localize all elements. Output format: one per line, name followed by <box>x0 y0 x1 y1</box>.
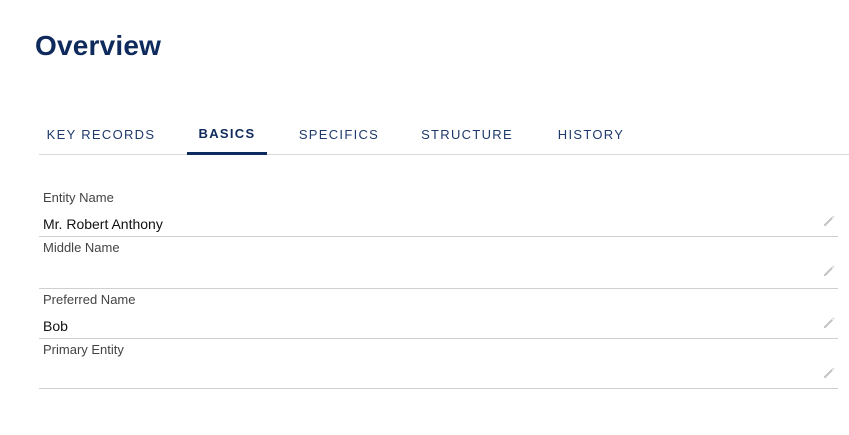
tab-structure[interactable]: STRUCTURE <box>411 117 523 154</box>
entity-name-value: Mr. Robert Anthony <box>43 216 163 232</box>
tab-basics[interactable]: BASICS <box>187 117 267 155</box>
pencil-icon[interactable] <box>822 264 836 278</box>
pencil-icon[interactable] <box>822 316 836 330</box>
preferred-name-value: Bob <box>43 318 68 334</box>
middle-name-label: Middle Name <box>43 240 120 255</box>
tab-key-records[interactable]: KEY RECORDS <box>39 117 163 154</box>
page-title: Overview <box>35 30 162 61</box>
tab-history[interactable]: HISTORY <box>547 117 635 154</box>
pencil-icon[interactable] <box>822 366 836 380</box>
primary-entity-field[interactable]: Primary Entity <box>39 339 838 389</box>
middle-name-field[interactable]: Middle Name <box>39 237 838 289</box>
tab-bar: KEY RECORDS BASICS SPECIFICS STRUCTURE H… <box>39 117 849 155</box>
preferred-name-field[interactable]: Preferred Name Bob <box>39 289 838 339</box>
tab-specifics[interactable]: SPECIFICS <box>291 117 387 154</box>
primary-entity-label: Primary Entity <box>43 342 124 357</box>
entity-name-field[interactable]: Entity Name Mr. Robert Anthony <box>39 186 838 237</box>
preferred-name-label: Preferred Name <box>43 292 136 307</box>
entity-name-label: Entity Name <box>43 190 114 205</box>
pencil-icon[interactable] <box>822 214 836 228</box>
